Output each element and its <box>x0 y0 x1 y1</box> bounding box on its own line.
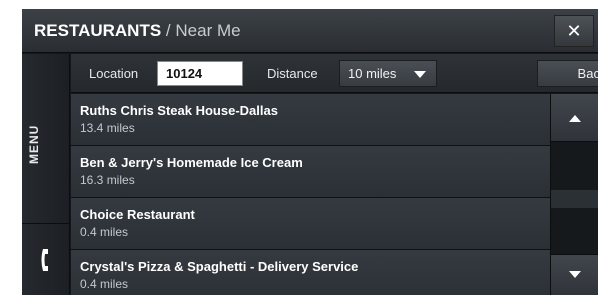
page-title: RESTAURANTS / Near Me <box>34 21 241 41</box>
location-label: Location <box>89 66 139 81</box>
close-button[interactable]: ✕ <box>554 15 594 47</box>
distance-dropdown[interactable]: 10 miles <box>339 60 437 87</box>
restaurant-name: Choice Restaurant <box>80 207 195 222</box>
scroll-up-button[interactable] <box>551 94 598 142</box>
list-item[interactable]: Ruths Chris Steak House-Dallas 13.4 mile… <box>71 94 550 146</box>
scroll-down-button[interactable] <box>551 254 598 295</box>
scrollbar[interactable] <box>550 94 598 295</box>
title-main: RESTAURANTS <box>34 21 162 40</box>
chevron-down-icon <box>569 271 581 278</box>
distance-label: Distance <box>267 66 318 81</box>
list-item[interactable]: Ben & Jerry's Homemade Ice Cream 16.3 mi… <box>71 146 550 198</box>
app-window: RESTAURANTS / Near Me ✕ MENU Location Di… <box>22 9 598 295</box>
sidebar: MENU <box>22 54 70 295</box>
phone-icon <box>41 249 48 271</box>
restaurant-distance: 13.4 miles <box>80 121 135 135</box>
location-input[interactable] <box>157 61 243 86</box>
phone-button[interactable] <box>22 225 70 295</box>
menu-button[interactable]: MENU <box>22 54 70 224</box>
menu-label: MENU <box>27 124 41 164</box>
restaurant-list: Ruths Chris Steak House-Dallas 13.4 mile… <box>71 94 550 295</box>
list-item[interactable]: Crystal's Pizza & Spaghetti - Delivery S… <box>71 250 550 295</box>
title-separator: / <box>165 21 171 40</box>
scroll-thumb[interactable] <box>551 190 598 208</box>
restaurant-name: Crystal's Pizza & Spaghetti - Delivery S… <box>80 259 359 274</box>
restaurant-distance: 16.3 miles <box>80 173 135 187</box>
filter-bar: Location Distance 10 miles Back <box>71 54 598 93</box>
title-subtitle: Near Me <box>175 21 241 40</box>
chevron-down-icon <box>414 71 426 78</box>
close-icon: ✕ <box>566 20 582 41</box>
restaurant-distance: 0.4 miles <box>80 277 129 291</box>
list-item[interactable]: Choice Restaurant 0.4 miles <box>71 198 550 250</box>
restaurant-name: Ben & Jerry's Homemade Ice Cream <box>80 155 303 170</box>
restaurant-distance: 0.4 miles <box>80 225 129 239</box>
chevron-up-icon <box>569 114 581 122</box>
distance-value: 10 miles <box>348 66 397 81</box>
back-button[interactable]: Back <box>537 60 598 87</box>
back-label: Back <box>577 66 598 81</box>
title-bar: RESTAURANTS / Near Me ✕ <box>22 9 598 53</box>
restaurant-name: Ruths Chris Steak House-Dallas <box>80 103 278 118</box>
